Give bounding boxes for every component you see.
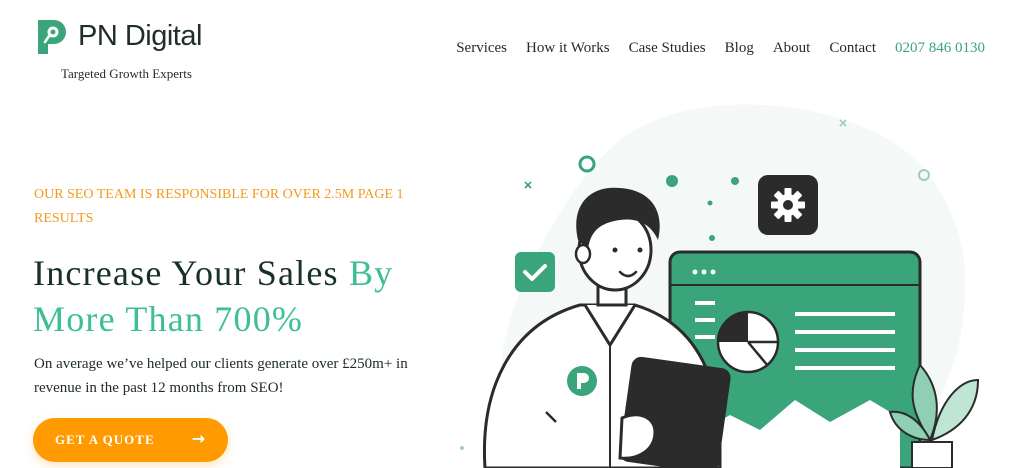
pie-chart-icon [716, 310, 780, 374]
deco-dot [731, 177, 739, 185]
deco-ring [578, 155, 596, 173]
gear-icon [771, 188, 805, 222]
deco-dot [707, 200, 713, 206]
get-a-quote-button[interactable]: GET A QUOTE → [33, 418, 228, 462]
brand-name: PN Digital [78, 20, 202, 52]
cta-label: GET A QUOTE [55, 432, 155, 447]
nav-case-studies[interactable]: Case Studies [629, 40, 706, 57]
nav-about[interactable]: About [773, 40, 811, 57]
headline-main: Increase Your Sales [33, 253, 349, 293]
brand-logo[interactable]: PN Digital Targeted Growth Experts [34, 14, 234, 84]
deco-dot [666, 175, 678, 187]
nav-how-it-works[interactable]: How it Works [526, 40, 610, 57]
check-badge [515, 252, 555, 292]
deco-dot [460, 446, 464, 450]
nav-contact[interactable]: Contact [829, 40, 876, 57]
deco-cross [524, 181, 532, 189]
nav-phone-link[interactable]: 0207 846 0130 [895, 40, 985, 57]
logo-mark-icon [38, 20, 66, 54]
arrow-right-icon: → [191, 429, 206, 448]
hero-headline: Increase Your Sales By More Than 700% [33, 250, 453, 342]
hero-illustration [460, 104, 980, 468]
nav-services[interactable]: Services [456, 40, 507, 57]
hero-description: On average we’ve helped our clients gene… [34, 356, 408, 396]
nav-blog[interactable]: Blog [725, 40, 754, 57]
hero-eyebrow: OUR SEO TEAM IS RESPONSIBLE FOR OVER 2.5… [34, 187, 404, 226]
deco-dot [709, 235, 715, 241]
main-nav: Services How it Works Case Studies Blog … [456, 40, 985, 57]
brand-tagline: Targeted Growth Experts [61, 66, 192, 81]
